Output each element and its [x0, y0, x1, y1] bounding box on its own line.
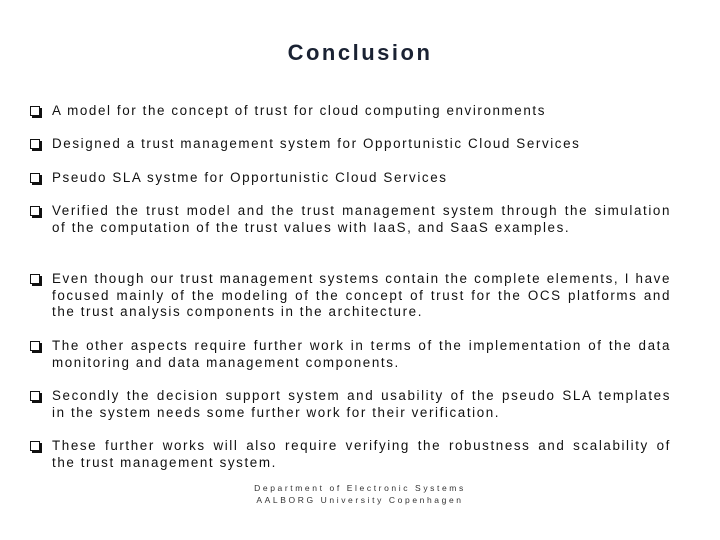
bullet-text: Secondly the decision support system and… [52, 388, 671, 420]
bullet-item: Even though our trust management systems… [30, 271, 671, 321]
square-bullet-icon [30, 139, 40, 149]
bullet-item: These further works will also require ve… [30, 438, 671, 471]
square-bullet-icon [30, 274, 40, 284]
square-bullet-icon [30, 341, 40, 351]
bullet-item: Pseudo SLA systme for Opportunistic Clou… [30, 170, 671, 187]
square-bullet-icon [30, 391, 40, 401]
bullet-text: Even though our trust management systems… [52, 271, 671, 319]
bullet-item: Secondly the decision support system and… [30, 388, 671, 421]
bullet-text: The other aspects require further work i… [52, 338, 671, 370]
square-bullet-icon [30, 173, 40, 183]
bullet-item: The other aspects require further work i… [30, 338, 671, 371]
bullet-text: A model for the concept of trust for clo… [52, 103, 547, 118]
bullet-item: Designed a trust management system for O… [30, 136, 671, 153]
slide-footer: Department of Electronic Systems AALBORG… [0, 482, 720, 506]
square-bullet-icon [30, 106, 40, 116]
bullet-item: Verified the trust model and the trust m… [30, 203, 671, 236]
square-bullet-icon [30, 441, 40, 451]
bullet-text: Verified the trust model and the trust m… [52, 203, 671, 235]
footer-department: Department of Electronic Systems [254, 483, 466, 493]
bullet-text: These further works will also require ve… [52, 438, 671, 470]
footer-university: AALBORG University Copenhagen [256, 495, 464, 505]
slide-title: Conclusion [287, 40, 433, 65]
square-bullet-icon [30, 206, 40, 216]
bullet-text: Designed a trust management system for O… [52, 136, 581, 151]
bullet-item: A model for the concept of trust for clo… [30, 103, 671, 120]
bullet-text: Pseudo SLA systme for Opportunistic Clou… [52, 170, 448, 185]
